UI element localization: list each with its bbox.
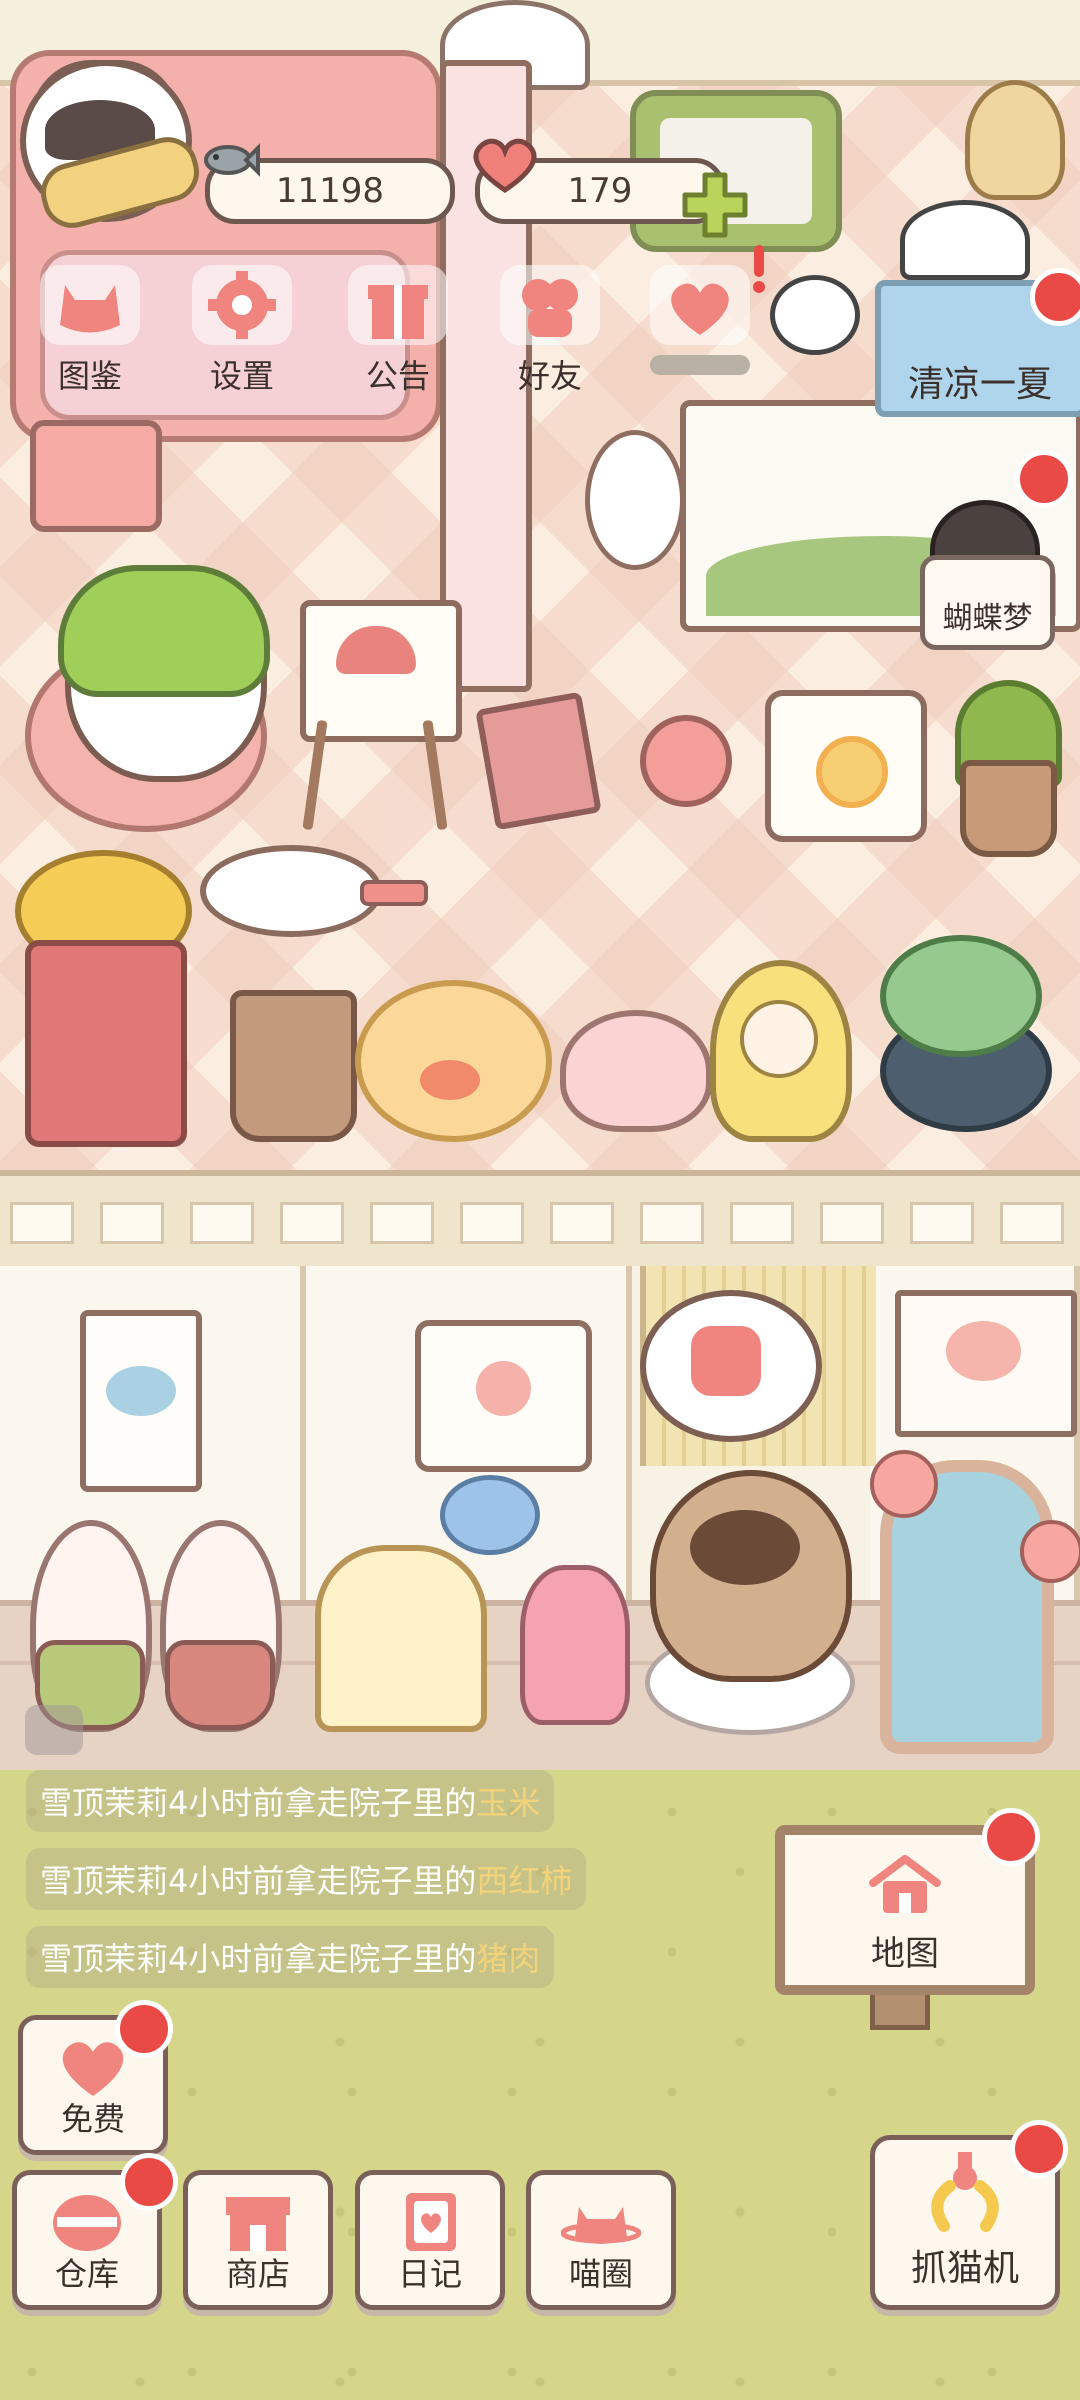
fish-count: 11198: [275, 171, 385, 211]
chat-toggle[interactable]: [25, 1705, 83, 1755]
menu-label: 设置: [209, 357, 274, 395]
gift-icon: [348, 265, 448, 345]
dog-plush[interactable]: [585, 430, 685, 570]
notification-dot: [1015, 450, 1073, 508]
warehouse-label: 仓库: [54, 2255, 119, 2293]
wall-divider: [0, 1170, 1080, 1272]
cat-book-icon: [40, 265, 140, 345]
menu-label: 图鉴: [57, 357, 122, 395]
cat-circle-button[interactable]: 喵圈: [526, 2170, 676, 2310]
hat-flowers: [880, 935, 1042, 1057]
flower-icon: [946, 1321, 1021, 1381]
cat-picture: [106, 1366, 176, 1416]
frog-hat: [58, 565, 270, 697]
doll-face: [740, 1000, 818, 1078]
fork-spoon-icon: [691, 1326, 761, 1396]
shop-label: 商店: [225, 2255, 290, 2293]
pink-bag[interactable]: [30, 420, 162, 532]
house-icon: [869, 1855, 941, 1913]
menu-item-friends[interactable]: 好友: [490, 265, 610, 395]
menu-item-settings[interactable]: 设置: [182, 265, 302, 395]
butterfly[interactable]: [440, 1475, 540, 1555]
menu-item-mail[interactable]: [640, 265, 760, 395]
menu-item-collection[interactable]: 图鉴: [30, 265, 150, 395]
free-label: 免费: [60, 2100, 125, 2138]
rabbit-robe: [165, 1640, 275, 1730]
mushroom-icon: [336, 626, 416, 674]
heart-count: 179: [567, 171, 633, 211]
claw-machine-label: 抓猫机: [910, 2248, 1019, 2289]
gear-icon: [192, 265, 292, 345]
panda-plush-small[interactable]: [770, 275, 860, 355]
diary-label: 日记: [397, 2255, 462, 2293]
hungry-speech-bubble[interactable]: [640, 1290, 822, 1442]
exclamation-icon: [753, 245, 765, 293]
potted-plant[interactable]: [960, 760, 1057, 857]
birdcage[interactable]: [315, 1545, 487, 1732]
cat-circle-label: 喵圈: [568, 2255, 633, 2293]
hand-fan[interactable]: [200, 845, 382, 937]
notification-dot: [1030, 268, 1080, 326]
broom[interactable]: [965, 80, 1065, 200]
butterfly-dream-label: 蝴蝶梦: [942, 601, 1033, 636]
notification-dot: [120, 2153, 178, 2211]
fish-icon: [204, 143, 260, 177]
heart-icon: [473, 138, 537, 194]
cat-planet-icon: [561, 2207, 641, 2244]
flower-icon: [476, 1361, 531, 1416]
menu-label: 公告: [365, 357, 430, 395]
cat-scroll[interactable]: [80, 1310, 202, 1492]
butterfly-dream-event[interactable]: 蝴蝶梦: [920, 555, 1055, 650]
notification-dot: [115, 2000, 173, 2058]
activity-message: 雪顶茉莉4小时前拿走院子里的 玉米: [26, 1770, 555, 1832]
flower-sign[interactable]: [415, 1320, 592, 1472]
activity-message: 雪顶茉莉4小时前拿走院子里的 猪肉: [26, 1926, 555, 1988]
rose: [1020, 1520, 1080, 1583]
siamese-cat-face: [690, 1510, 800, 1585]
menu-item-announcements[interactable]: 公告: [338, 265, 458, 395]
shop-button[interactable]: 商店: [183, 2170, 333, 2310]
add-hearts-button[interactable]: [680, 170, 750, 240]
hyacinth-pot[interactable]: [520, 1565, 630, 1725]
diary-icon: [406, 2193, 456, 2251]
activity-message: 雪顶茉莉4小时前拿走院子里的 西红柿: [26, 1848, 587, 1910]
watering-teapot[interactable]: [560, 1010, 712, 1132]
fan-handle: [360, 880, 428, 906]
diary-button[interactable]: 日记: [355, 2170, 505, 2310]
bow: [420, 1060, 480, 1100]
wooden-bucket[interactable]: [230, 990, 357, 1142]
shaved-ice-machine[interactable]: [25, 940, 187, 1147]
mail-icon: [650, 265, 750, 345]
notification-dot: [1010, 2120, 1068, 2178]
menu-label: 好友: [517, 357, 582, 395]
summer-event-label: 清凉一夏: [907, 364, 1052, 405]
book[interactable]: [475, 691, 602, 831]
hanging-cloth[interactable]: [895, 1290, 1077, 1437]
flower-icon: [816, 736, 888, 808]
basket-icon: [53, 2195, 121, 2251]
map-label: 地图: [871, 1934, 939, 1974]
flower-easel[interactable]: [765, 690, 927, 842]
shop-icon: [226, 2197, 290, 2251]
rose: [870, 1450, 938, 1518]
incense-vase[interactable]: [640, 715, 732, 807]
friends-icon: [500, 265, 600, 345]
panda-plush[interactable]: [900, 200, 1030, 280]
notification-dot: [982, 1808, 1040, 1866]
loading-bar: [650, 355, 750, 375]
claw-icon: [931, 2152, 999, 2232]
